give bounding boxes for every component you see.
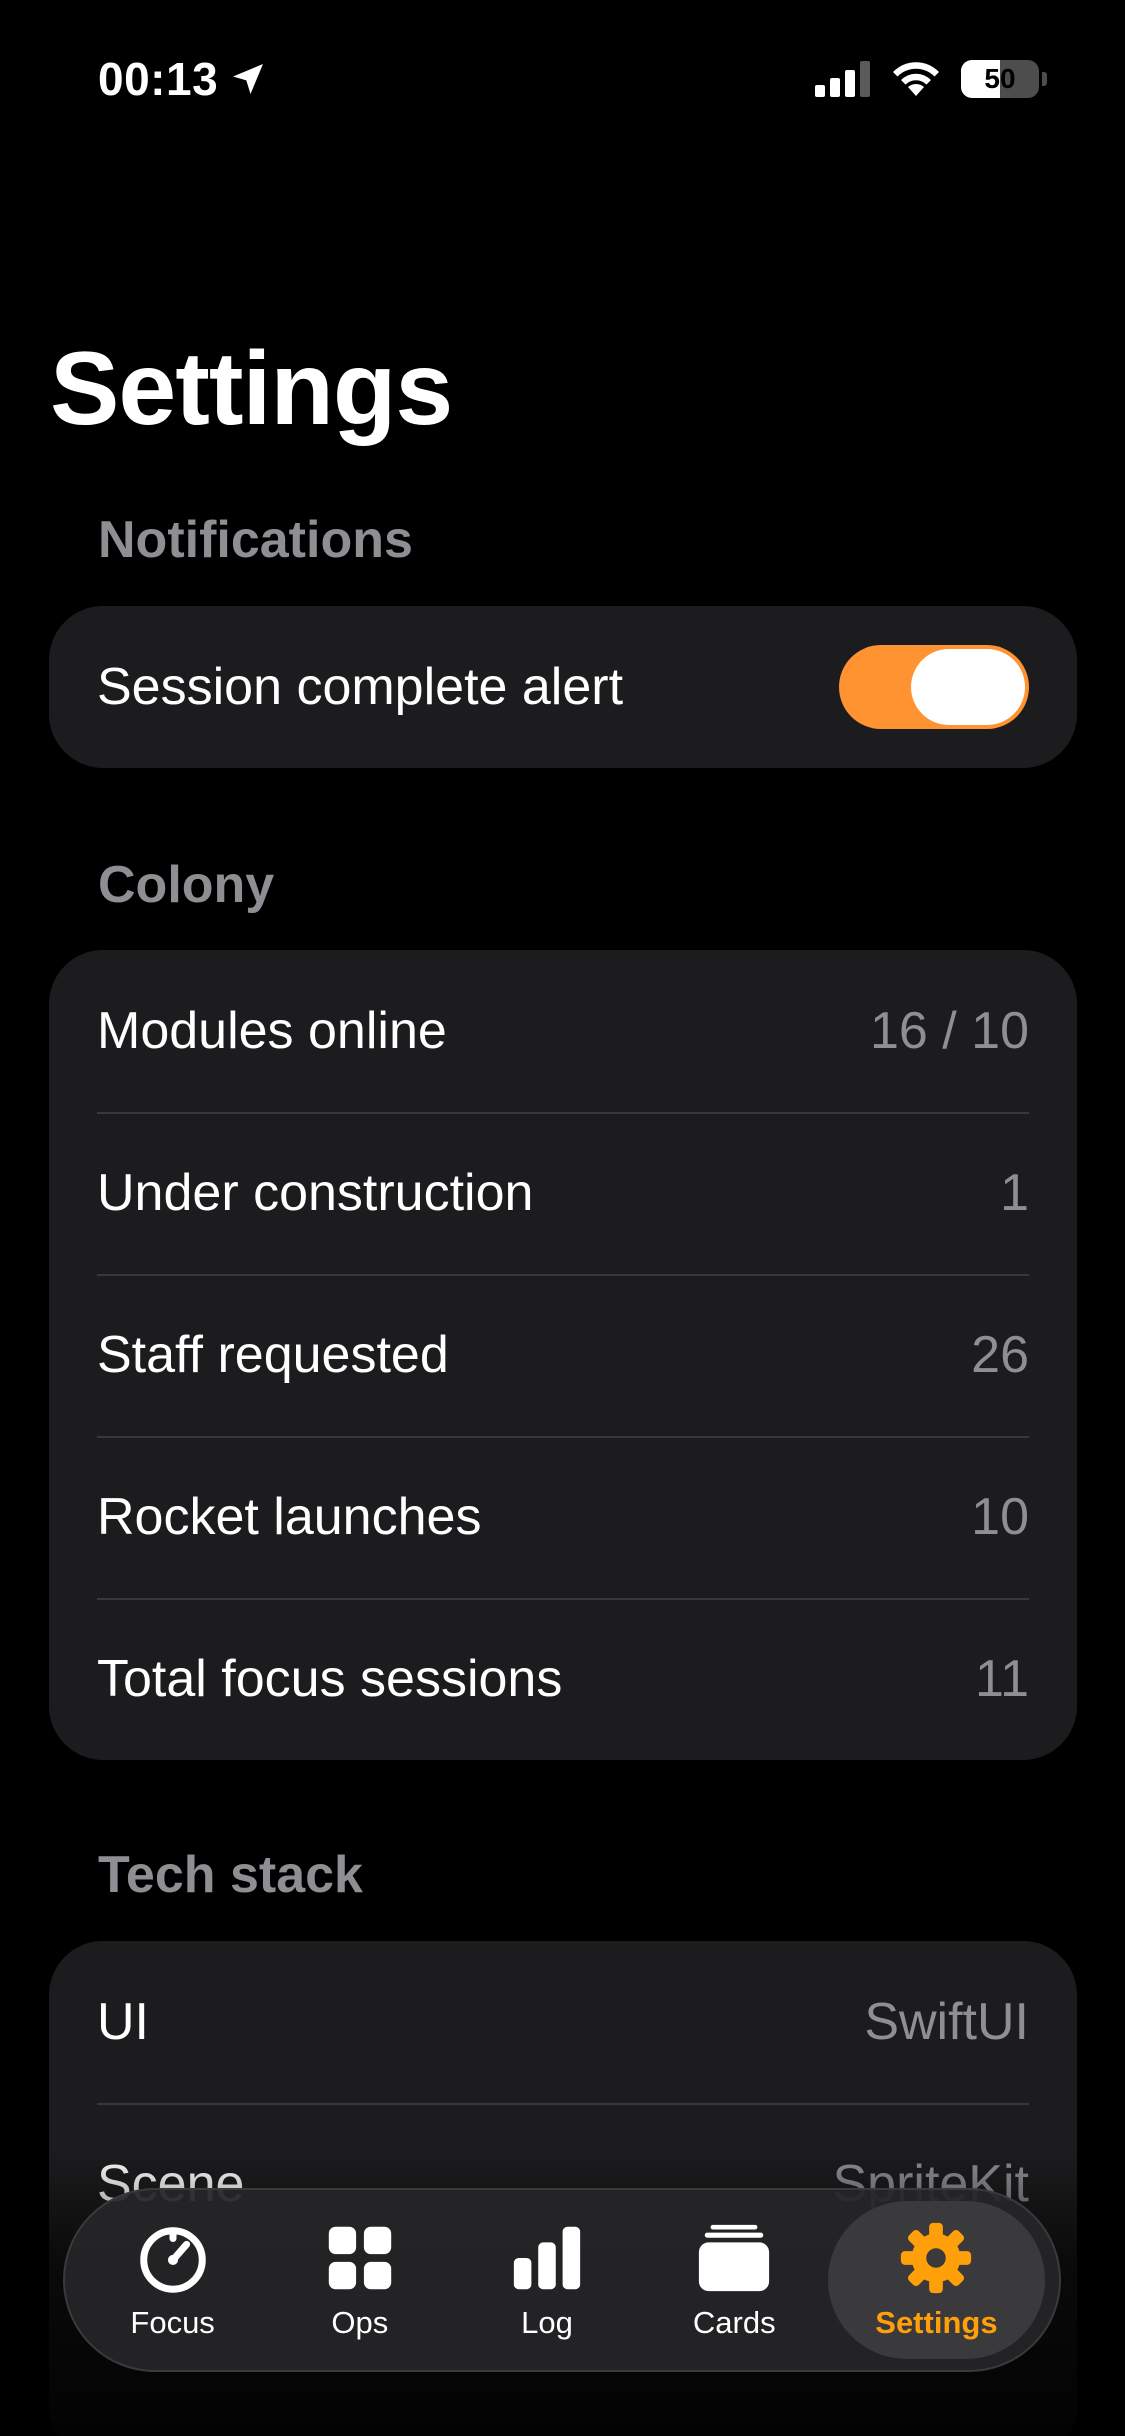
row-label: UI: [97, 1993, 149, 2051]
gear-icon: [901, 2222, 972, 2294]
row-value: SwiftUI: [864, 1993, 1029, 2051]
modules-online-row: Modules online 16 / 10: [49, 950, 1077, 1112]
under-construction-row: Under construction 1: [49, 1112, 1077, 1274]
location-arrow-icon: [233, 64, 264, 94]
grid-icon: [328, 2226, 392, 2290]
timer-icon: [139, 2227, 206, 2293]
tab-label: Cards: [692, 2305, 776, 2340]
cards-stack-icon: [699, 2224, 770, 2292]
toggle-knob: [911, 649, 1025, 725]
tab-ops[interactable]: Ops: [266, 2201, 453, 2359]
status-indicators: 50: [815, 60, 1047, 98]
session-complete-alert-row: Session complete alert: [49, 606, 1077, 768]
row-label: Rocket launches: [97, 1488, 482, 1546]
row-value: 16 / 10: [869, 1002, 1029, 1060]
tab-log[interactable]: Log: [453, 2201, 640, 2359]
row-label: Total focus sessions: [97, 1650, 563, 1708]
tab-label: Ops: [331, 2305, 389, 2340]
row-label: Under construction: [97, 1164, 534, 1222]
colony-card: Modules online 16 / 10 Under constructio…: [49, 950, 1077, 1760]
wifi-icon: [893, 62, 939, 96]
cellular-signal-icon: [815, 61, 870, 97]
row-label: Modules online: [97, 1002, 447, 1060]
total-focus-sessions-row: Total focus sessions 11: [49, 1598, 1077, 1760]
row-value: 1: [1000, 1164, 1029, 1222]
battery-percent: 50: [984, 63, 1016, 94]
tab-label: Log: [521, 2305, 573, 2340]
tab-cards[interactable]: Cards: [641, 2201, 828, 2359]
row-label: Session complete alert: [97, 658, 624, 716]
section-header-notifications: Notifications: [98, 511, 413, 569]
section-header-tech-stack: Tech stack: [98, 1846, 363, 1904]
notifications-card: Session complete alert: [49, 606, 1077, 768]
staff-requested-row: Staff requested 26: [49, 1274, 1077, 1436]
tab-bar: Focus Ops Log Cards Settings: [63, 2188, 1061, 2372]
bar-chart-icon: [513, 2226, 581, 2290]
status-time-text: 00:13: [98, 53, 219, 105]
status-bar: 00:13 50: [0, 0, 1125, 150]
settings-screen: 00:13 50 Settings Notifications Session …: [0, 0, 1125, 2436]
section-header-colony: Colony: [98, 856, 275, 914]
row-label: Staff requested: [97, 1326, 449, 1384]
row-value: 11: [975, 1650, 1029, 1708]
tab-focus[interactable]: Focus: [79, 2201, 266, 2359]
battery-tip: [1042, 72, 1047, 86]
row-value: 26: [971, 1326, 1029, 1384]
status-time: 00:13: [98, 52, 268, 106]
tab-settings[interactable]: Settings: [827, 2201, 1045, 2359]
ui-row: UI SwiftUI: [49, 1941, 1077, 2103]
page-title: Settings: [50, 331, 453, 447]
tab-label: Focus: [130, 2305, 215, 2340]
row-value: 10: [971, 1488, 1029, 1546]
tab-label: Settings: [875, 2305, 998, 2340]
battery-indicator: 50: [961, 60, 1039, 98]
rocket-launches-row: Rocket launches 10: [49, 1436, 1077, 1598]
session-complete-alert-toggle[interactable]: [839, 645, 1029, 729]
